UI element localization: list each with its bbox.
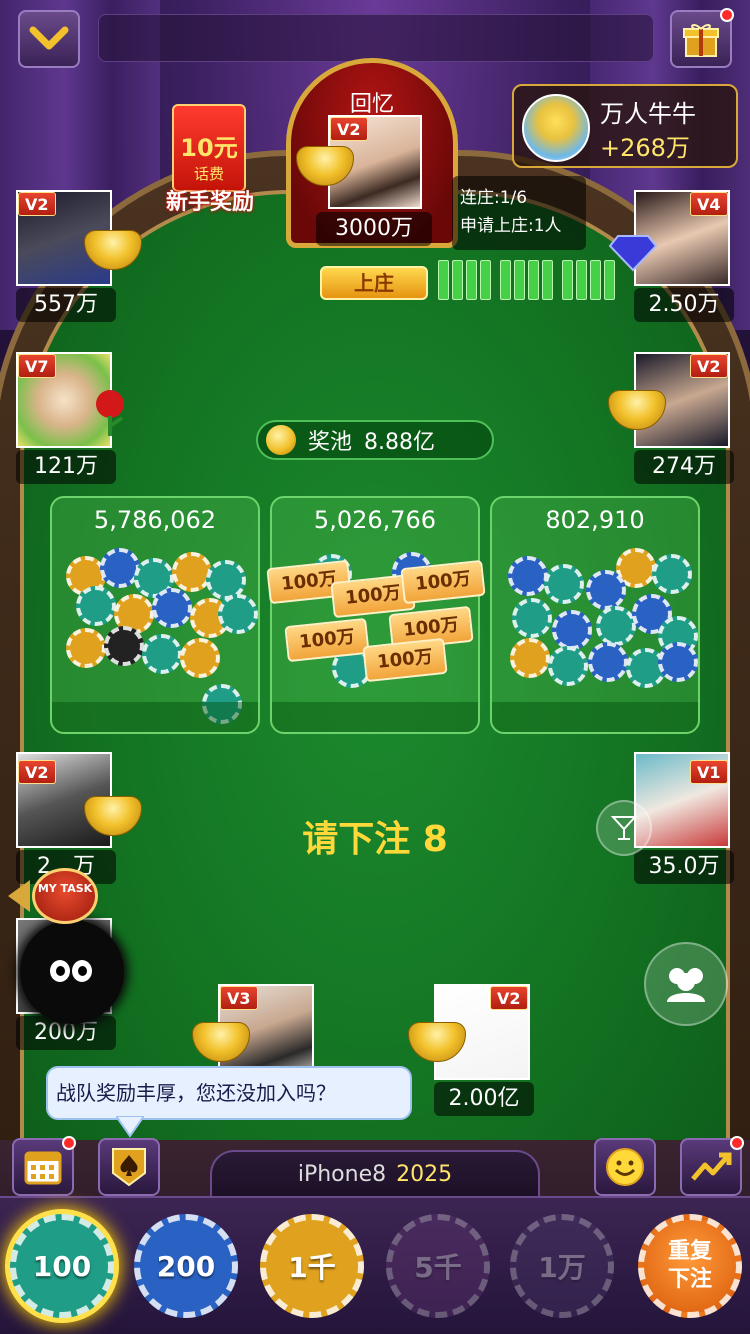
player-coins: 2.00亿 <box>434 1082 534 1116</box>
vip-badge: V2 <box>690 354 728 378</box>
people-icon <box>667 968 705 1002</box>
my-task-label: MY TASK <box>32 868 98 924</box>
banker-queue-indicator <box>500 260 553 300</box>
player-coins: 35.0万 <box>634 850 734 884</box>
bet-area-3[interactable]: 802,910 <box>490 496 700 734</box>
banker-streak: 连庄:1/6 <box>460 188 528 208</box>
banker-vip-badge: V2 <box>330 117 368 141</box>
my-score: +268万 <box>600 134 690 162</box>
vip-badge: V2 <box>18 760 56 784</box>
my-avatar <box>522 94 590 162</box>
trend-chart-icon <box>691 1152 732 1181</box>
arrow-left-icon <box>8 880 30 912</box>
vip-badge: V4 <box>690 192 728 216</box>
player-coins: 274万 <box>634 450 734 484</box>
bet-area-footer <box>52 702 258 732</box>
vip-badge: V2 <box>490 986 528 1010</box>
bet-area-footer <box>492 702 698 732</box>
reward-sub: 话费 <box>193 165 224 183</box>
bet-area-footer <box>272 702 478 732</box>
bet-total: 5,786,062 <box>93 506 217 534</box>
smiley-icon <box>606 1148 644 1186</box>
my-name: 万人牛牛 <box>600 100 696 128</box>
diamond-icon <box>608 235 658 272</box>
player-coins: 557万 <box>16 288 116 322</box>
banker-coins: 3000万 <box>316 212 432 246</box>
reward-label: 新手奖励 <box>165 190 254 215</box>
vip-badge: V1 <box>690 760 728 784</box>
gift-icon <box>683 23 719 57</box>
banker-name: 回忆 <box>349 92 394 117</box>
players-list-button[interactable] <box>644 942 728 1026</box>
chip-100[interactable]: 100 <box>10 1214 114 1318</box>
rebet-button[interactable]: 重复 下注 <box>638 1214 742 1318</box>
bet-area-2[interactable]: 5,026,766 100万 100万 100万 100万 100万 100万 <box>266 496 486 734</box>
banker-queue: 申请上庄:1人 <box>460 216 562 236</box>
reward-amount: 10元 <box>180 134 238 162</box>
top-bar-strip <box>98 14 654 62</box>
chip-10k[interactable]: 1万 <box>510 1214 614 1318</box>
device-year: 2025 <box>396 1162 453 1187</box>
vip-badge: V2 <box>18 192 56 216</box>
menu-button[interactable] <box>18 10 80 68</box>
become-banker-button[interactable]: 上庄 <box>320 266 428 300</box>
spade-badge-icon <box>112 1148 146 1187</box>
device-label: iPhone8 2025 <box>210 1150 540 1196</box>
team-button[interactable] <box>98 1138 160 1196</box>
notification-dot <box>720 8 734 22</box>
calendar-button[interactable] <box>12 1136 76 1196</box>
banker-info: 连庄:1/6 申请上庄:1人 <box>452 176 586 250</box>
chip-200[interactable]: 200 <box>134 1214 238 1318</box>
reward-envelope: 10元 话费 <box>172 104 246 192</box>
chevron-down-icon <box>29 26 69 50</box>
rose-icon <box>96 390 124 436</box>
cocktail-icon <box>610 816 638 840</box>
coin-icon <box>266 425 296 455</box>
bet-total: 802,910 <box>545 506 645 534</box>
trend-button[interactable] <box>680 1136 744 1196</box>
pool-value: 8.88亿 <box>364 430 436 455</box>
device-name: iPhone8 <box>297 1162 387 1187</box>
chat-bubble[interactable]: 战队奖励丰厚，您还没加入吗？ <box>46 1066 412 1120</box>
bet-area-1[interactable]: 5,786,062 <box>50 496 260 734</box>
bubble-tail <box>116 1116 144 1138</box>
vip-badge: V3 <box>220 986 258 1010</box>
gift-button[interactable] <box>670 8 734 68</box>
bet-total: 5,026,766 <box>313 506 437 534</box>
chip-1k[interactable]: 1千 <box>260 1214 364 1318</box>
vip-badge: V7 <box>18 354 56 378</box>
player-coins: 121万 <box>16 450 116 484</box>
drink-button[interactable] <box>596 800 652 856</box>
bet-countdown-prompt: 请下注 8 <box>302 819 448 860</box>
bill-100w: 100万 <box>362 637 448 683</box>
emoji-button[interactable] <box>594 1138 656 1196</box>
player-coins: 2.50万 <box>634 288 734 322</box>
chip-5k[interactable]: 5千 <box>386 1214 490 1318</box>
calendar-icon <box>24 1151 62 1185</box>
banker-queue-indicator <box>438 260 491 300</box>
my-profile-card[interactable]: 万人牛牛 +268万 <box>512 84 738 168</box>
bill-100w: 100万 <box>400 559 486 605</box>
rebet-line1: 重复 <box>667 1239 712 1264</box>
my-task-button[interactable]: MY TASK <box>8 868 104 924</box>
rebet-line2: 下注 <box>667 1267 712 1292</box>
pool-label: 奖池 <box>308 430 353 455</box>
newbie-reward[interactable]: 10元 话费 新手奖励 <box>154 104 266 215</box>
notification-dot <box>62 1136 76 1150</box>
jackpot-pool[interactable]: 奖池 8.88亿 <box>256 420 494 460</box>
notification-dot <box>730 1136 744 1150</box>
soot-sprite-mascot <box>20 920 124 1024</box>
